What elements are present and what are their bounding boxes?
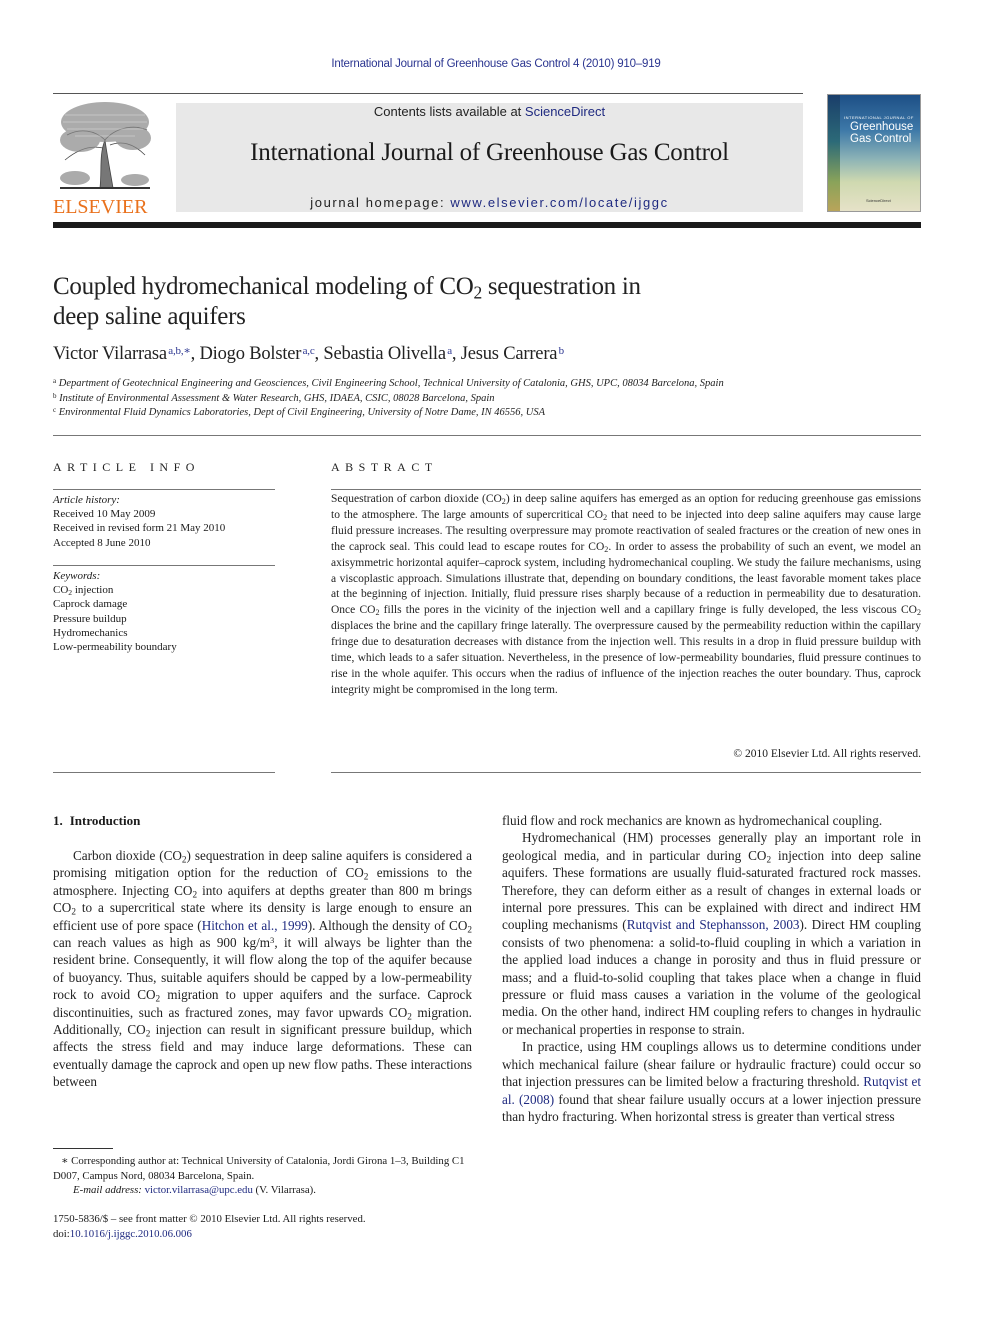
keyword-co2-suffix: injection: [72, 584, 114, 597]
history-item: Received 10 May 2009: [53, 508, 156, 521]
author-name[interactable]: Victor Vilarrasa: [53, 344, 167, 364]
divider: [53, 489, 275, 490]
homepage-prefix: journal homepage:: [310, 195, 451, 210]
keyword-item: Caprock damage: [53, 598, 128, 611]
history-label: Article history:: [53, 494, 120, 506]
article-info-heading: ARTICLE INFO: [53, 460, 200, 474]
citation-link-rutqvist-2003[interactable]: Rutqvist and Stephansson, 2003: [627, 917, 800, 932]
cover-title-line1: Greenhouse: [850, 121, 914, 133]
front-matter: 1750-5836/$ – see front matter © 2010 El…: [53, 1212, 472, 1241]
cover-small-caption: INTERNATIONAL JOURNAL OF: [844, 115, 914, 120]
article-history: Article history: Received 10 May 2009 Re…: [53, 493, 275, 550]
homepage-link[interactable]: www.elsevier.com/locate/ijggc: [450, 195, 668, 210]
cover-side-band: [828, 95, 840, 211]
doi-prefix: doi:: [53, 1227, 70, 1240]
affiliation-item: a Department of Geotechnical Engineering…: [53, 377, 921, 392]
elsevier-logo[interactable]: ELSEVIER: [53, 100, 171, 218]
footnote-text: Corresponding author at: Technical Unive…: [53, 1155, 465, 1182]
affiliation-item: b Institute of Environmental Assessment …: [53, 392, 921, 407]
body-column-left: Carbon dioxide (CO2) sequestration in de…: [53, 847, 472, 1091]
subscript: 2: [916, 608, 921, 618]
author-sep: ,: [451, 344, 461, 364]
header-thick-rule: [53, 222, 921, 228]
title-part2: sequestration in: [481, 273, 641, 300]
elsevier-tree-icon: [60, 102, 151, 189]
affiliation-text: Department of Geotechnical Engineering a…: [58, 378, 724, 389]
cover-title: Greenhouse Gas Control: [850, 121, 913, 145]
header-rule: [53, 93, 803, 94]
affiliation-text: Institute of Environmental Assessment & …: [59, 392, 495, 404]
section-title: Introduction: [69, 813, 141, 828]
divider: [53, 435, 921, 436]
body-column-right: fluid flow and rock mechanics are known …: [502, 812, 921, 1125]
footnote: ∗ Corresponding author at: Technical Uni…: [53, 1154, 472, 1198]
article-title: Coupled hydromechanical modeling of CO2 …: [53, 272, 773, 331]
corresponding-author-note: ∗ Corresponding author at: Technical Uni…: [53, 1154, 472, 1183]
divider: [331, 489, 921, 490]
history-item: Accepted 8 June 2010: [53, 536, 151, 549]
email-link[interactable]: victor.vilarrasa@upc.edu: [145, 1184, 253, 1196]
paragraph: Hydromechanical (HM) processes generally…: [502, 830, 921, 1037]
affiliation-item: c Environmental Fluid Dynamics Laborator…: [53, 406, 921, 421]
sciencedirect-link[interactable]: ScienceDirect: [525, 104, 605, 119]
elsevier-wordmark: ELSEVIER: [53, 196, 148, 218]
abstract-heading: ABSTRACT: [331, 460, 438, 474]
paragraph: Carbon dioxide (CO2) sequestration in de…: [53, 848, 473, 1090]
email-note: E-mail address: victor.vilarrasa@upc.edu…: [53, 1183, 472, 1198]
author-sep: ,: [190, 344, 200, 364]
cover-title-line2: Gas Control: [850, 133, 912, 145]
footnote-rule: [53, 1148, 113, 1149]
citation-link-hitchon[interactable]: Hitchon et al., 1999: [202, 918, 308, 933]
keyword-item: Pressure buildup: [53, 612, 127, 625]
abstract-text: Sequestration of carbon dioxide (CO: [331, 493, 502, 505]
journal-cover-image[interactable]: INTERNATIONAL JOURNAL OF Greenhouse Gas …: [827, 94, 921, 212]
email-label: E-mail address:: [73, 1184, 142, 1196]
keywords: Keywords: CO2 injection Caprock damage P…: [53, 569, 275, 654]
author-name[interactable]: Diogo Bolster: [200, 344, 302, 364]
doi-link[interactable]: 10.1016/j.ijggc.2010.06.006: [70, 1228, 192, 1240]
affiliation-mark: a: [53, 376, 57, 385]
abstract-copyright: © 2010 Elsevier Ltd. All rights reserved…: [733, 748, 921, 760]
abstract-body: Sequestration of carbon dioxide (CO2) in…: [331, 492, 921, 699]
author-name[interactable]: Sebastia Olivella: [323, 344, 446, 364]
section-heading-introduction: 1. Introduction: [53, 813, 140, 829]
contents-prefix: Contents lists available at: [373, 104, 525, 119]
keyword-co2: CO: [53, 584, 69, 597]
journal-masthead: Contents lists available at ScienceDirec…: [176, 103, 803, 212]
paragraph: In practice, using HM couplings allows u…: [502, 1039, 921, 1124]
author-list: Victor Vilarrasa a,b,∗, Diogo Bolster a,…: [53, 344, 913, 365]
issn-line: 1750-5836/$ – see front matter © 2010 El…: [53, 1213, 366, 1225]
affiliations: a Department of Geotechnical Engineering…: [53, 377, 921, 421]
title-line2: deep saline aquifers: [53, 302, 246, 330]
cover-footer: ScienceDirect: [866, 198, 891, 203]
divider: [53, 565, 275, 566]
journal-citation-link[interactable]: International Journal of Greenhouse Gas …: [0, 58, 992, 70]
divider: [53, 772, 275, 773]
doi-line: doi:10.1016/j.ijggc.2010.06.006: [53, 1227, 472, 1242]
author-affil-marks[interactable]: b: [559, 345, 565, 357]
history-item: Received in revised form 21 May 2010: [53, 522, 226, 535]
author-affil-marks[interactable]: a,b,∗: [168, 345, 191, 357]
affiliation-text: Environmental Fluid Dynamics Laboratorie…: [58, 407, 545, 418]
abstract-text: displaces the brine and the capillary fr…: [331, 620, 921, 696]
affiliation-mark: b: [53, 391, 57, 400]
paragraph: fluid flow and rock mechanics are known …: [502, 813, 883, 828]
author-affil-marks[interactable]: a,c: [303, 345, 315, 357]
affiliation-mark: c: [53, 405, 57, 414]
keyword-item: CO2 injection: [53, 583, 275, 597]
author-name[interactable]: Jesus Carrera: [461, 344, 558, 364]
divider: [331, 772, 921, 773]
keyword-item: Low-permeability boundary: [53, 641, 177, 654]
keywords-label: Keywords:: [53, 570, 101, 582]
title-part1: Coupled hydromechanical modeling of CO: [53, 273, 474, 300]
journal-homepage: journal homepage: www.elsevier.com/locat…: [176, 195, 803, 210]
journal-title: International Journal of Greenhouse Gas …: [250, 139, 729, 166]
contents-availability: Contents lists available at ScienceDirec…: [176, 103, 803, 119]
email-suffix: (V. Vilarrasa).: [252, 1184, 316, 1196]
abstract-text: fills the pores in the vicinity of the i…: [379, 604, 917, 617]
section-number: 1.: [53, 813, 63, 828]
title-subscript: 2: [473, 282, 482, 303]
keyword-item: Hydromechanics: [53, 626, 128, 639]
